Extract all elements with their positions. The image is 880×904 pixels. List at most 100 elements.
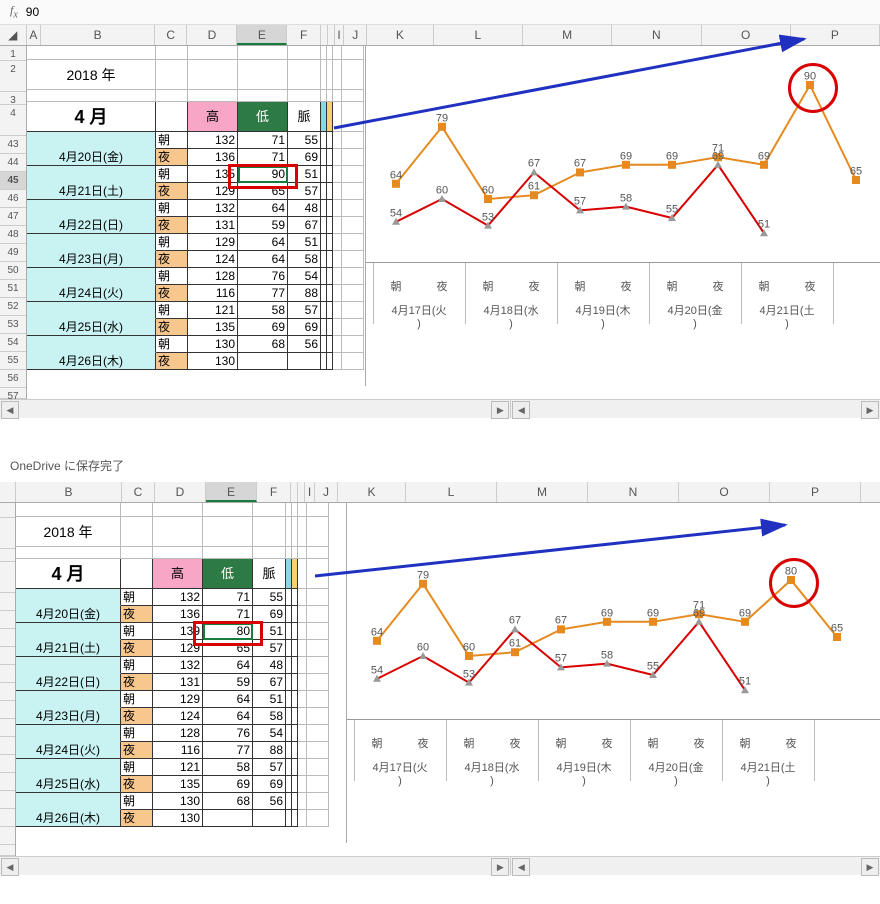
scroll-right-icon[interactable]: ▶ [491, 858, 509, 876]
row-hdr[interactable] [0, 791, 15, 809]
low-cell[interactable]: 90 [238, 166, 288, 183]
low-cell[interactable]: 65 [238, 183, 288, 200]
row-hdr[interactable]: 2 [0, 61, 26, 92]
col-B[interactable]: B [41, 25, 155, 45]
row-hdr[interactable]: 51 [0, 280, 26, 298]
row-hdr[interactable]: 46 [0, 190, 26, 208]
date-cell[interactable]: 4月24日(火) [16, 742, 121, 759]
row-hdr[interactable] [0, 593, 15, 611]
col-E[interactable]: E [237, 25, 287, 45]
col-L[interactable]: L [406, 482, 497, 502]
ampm-cell[interactable]: 朝 [121, 623, 153, 640]
date-cell[interactable]: 4月22日(日) [27, 217, 156, 234]
pulse-cell[interactable]: 54 [288, 268, 321, 285]
select-all-corner[interactable] [0, 482, 16, 502]
pulse-cell[interactable]: 51 [288, 166, 321, 183]
ampm-cell[interactable]: 夜 [156, 149, 188, 166]
ampm-cell[interactable]: 夜 [121, 742, 153, 759]
col-F[interactable]: F [257, 482, 291, 502]
high-cell[interactable]: 135 [153, 776, 203, 793]
col-J[interactable]: J [315, 482, 338, 502]
col-C[interactable]: C [122, 482, 155, 502]
pulse-cell[interactable]: 51 [253, 623, 286, 640]
ampm-cell[interactable]: 夜 [121, 674, 153, 691]
scroll-left-icon[interactable]: ◀ [512, 858, 530, 876]
date-cell[interactable] [16, 623, 121, 640]
row-hdr[interactable] [0, 562, 15, 593]
pulse-cell[interactable]: 88 [253, 742, 286, 759]
date-cell[interactable] [16, 589, 121, 606]
row-hdr[interactable]: 47 [0, 208, 26, 226]
row-hdr[interactable] [0, 503, 15, 518]
row-hdr[interactable]: 48 [0, 226, 26, 244]
pulse-cell[interactable]: 55 [288, 132, 321, 149]
low-cell[interactable]: 64 [238, 234, 288, 251]
row-hdr[interactable] [0, 773, 15, 791]
date-cell[interactable] [16, 725, 121, 742]
ampm-cell[interactable]: 夜 [121, 810, 153, 827]
pulse-cell[interactable]: 48 [253, 657, 286, 674]
row-hdr[interactable] [0, 809, 15, 827]
high-cell[interactable]: 116 [153, 742, 203, 759]
col-P[interactable]: P [770, 482, 861, 502]
left-grid-top[interactable]: 2018 年4 月高低脈朝13271554月20日(金)夜1367169朝135… [27, 46, 365, 399]
ampm-cell[interactable]: 夜 [156, 183, 188, 200]
high-cell[interactable]: 124 [188, 251, 238, 268]
left-grid-bottom[interactable]: 2018 年4 月高低脈朝13271554月20日(金)夜1367169朝139… [16, 503, 346, 856]
low-cell[interactable]: 71 [203, 606, 253, 623]
ampm-cell[interactable]: 朝 [121, 589, 153, 606]
date-cell[interactable]: 4月25日(水) [16, 776, 121, 793]
high-cell[interactable]: 131 [153, 674, 203, 691]
row-hdr[interactable] [0, 647, 15, 665]
scroll-left-icon[interactable]: ◀ [1, 858, 19, 876]
pulse-cell[interactable]: 67 [288, 217, 321, 234]
low-cell[interactable]: 76 [203, 725, 253, 742]
date-cell[interactable] [16, 759, 121, 776]
col-A[interactable]: A [27, 25, 42, 45]
pulse-cell[interactable]: 58 [253, 708, 286, 725]
date-cell[interactable]: 4月21日(土) [27, 183, 156, 200]
ampm-cell[interactable]: 夜 [121, 606, 153, 623]
ampm-cell[interactable]: 夜 [121, 776, 153, 793]
pulse-cell[interactable]: 54 [253, 725, 286, 742]
row-hdr[interactable]: 50 [0, 262, 26, 280]
low-cell[interactable]: 69 [238, 319, 288, 336]
pulse-cell[interactable]: 67 [253, 674, 286, 691]
low-cell[interactable]: 71 [238, 149, 288, 166]
date-cell[interactable] [16, 657, 121, 674]
date-cell[interactable]: 4月20日(金) [27, 149, 156, 166]
pulse-cell[interactable] [253, 810, 286, 827]
row-hdr[interactable] [0, 611, 15, 629]
pulse-cell[interactable]: 69 [288, 149, 321, 166]
low-cell[interactable]: 58 [203, 759, 253, 776]
low-cell[interactable]: 64 [203, 691, 253, 708]
date-cell[interactable] [27, 166, 156, 183]
pulse-cell[interactable]: 57 [288, 302, 321, 319]
ampm-cell[interactable]: 夜 [156, 285, 188, 302]
high-cell[interactable]: 132 [188, 200, 238, 217]
low-cell[interactable]: 64 [203, 657, 253, 674]
chart-area-top[interactable]: 6479606167696971699065546053675758556951… [365, 46, 880, 386]
date-cell[interactable]: 4月26日(木) [16, 810, 121, 827]
date-cell[interactable] [27, 200, 156, 217]
row-hdr[interactable] [0, 845, 15, 856]
row-headers-top[interactable]: 1 2 3 4 43 44 45 46 47 48 49 50 51 52 53… [0, 46, 27, 399]
date-cell[interactable] [16, 793, 121, 810]
ampm-cell[interactable]: 夜 [121, 640, 153, 657]
low-cell[interactable]: 69 [203, 776, 253, 793]
row-headers-bottom[interactable] [0, 503, 16, 856]
col-O[interactable]: O [679, 482, 770, 502]
high-cell[interactable]: 124 [153, 708, 203, 725]
col-B[interactable]: B [16, 482, 122, 502]
ampm-cell[interactable]: 朝 [156, 234, 188, 251]
row-hdr[interactable] [0, 665, 15, 683]
ampm-cell[interactable]: 夜 [156, 319, 188, 336]
low-cell[interactable]: 65 [203, 640, 253, 657]
col-J[interactable]: J [344, 25, 367, 45]
low-cell[interactable]: 71 [203, 589, 253, 606]
row-hdr[interactable]: 53 [0, 316, 26, 334]
high-cell[interactable]: 135 [188, 166, 238, 183]
high-cell[interactable]: 130 [153, 793, 203, 810]
high-cell[interactable]: 121 [153, 759, 203, 776]
ampm-cell[interactable]: 朝 [121, 691, 153, 708]
